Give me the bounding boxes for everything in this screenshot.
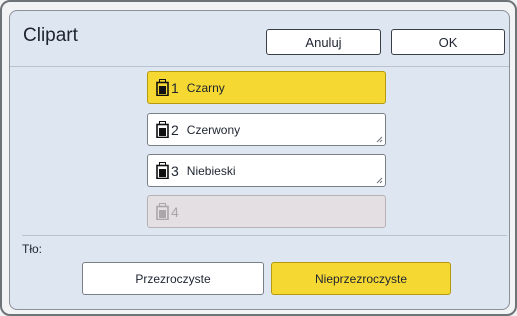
- clipart-dialog: Clipart Anuluj OK 1 Czarny 2 Czerwony 3 …: [9, 10, 510, 310]
- transparent-button[interactable]: Przezroczyste: [82, 262, 264, 295]
- color-label: Niebieski: [186, 163, 236, 178]
- background-label: Tło:: [22, 242, 43, 256]
- color-number: 2: [171, 121, 179, 138]
- resize-corner-icon: [376, 177, 383, 184]
- opaque-button[interactable]: Nieprzezroczyste: [271, 262, 451, 295]
- color-number: 3: [171, 162, 179, 179]
- color-number: 1: [171, 79, 179, 96]
- color-number: 4: [171, 203, 179, 220]
- dialog-header: Clipart Anuluj OK: [10, 11, 509, 67]
- divider: [22, 235, 507, 236]
- ink-drum-icon: [156, 203, 169, 221]
- color-4-button: 4: [147, 195, 386, 228]
- resize-corner-icon: [376, 136, 383, 143]
- dialog-title: Clipart: [23, 25, 78, 46]
- cancel-button[interactable]: Anuluj: [266, 29, 381, 55]
- ink-drum-icon: [156, 162, 169, 180]
- ink-drum-icon: [156, 121, 169, 139]
- color-2-czerwony-button[interactable]: 2 Czerwony: [147, 113, 386, 146]
- dialog-body: 1 Czarny 2 Czerwony 3 Niebieski 4 Tło: P…: [10, 67, 509, 309]
- color-1-czarny-button[interactable]: 1 Czarny: [147, 71, 386, 104]
- color-label: Czarny: [186, 80, 225, 95]
- screen-frame: Clipart Anuluj OK 1 Czarny 2 Czerwony 3 …: [0, 0, 517, 316]
- ink-drum-icon: [156, 79, 169, 97]
- color-label: Czerwony: [186, 122, 241, 137]
- color-3-niebieski-button[interactable]: 3 Niebieski: [147, 154, 386, 187]
- ok-button[interactable]: OK: [391, 29, 505, 55]
